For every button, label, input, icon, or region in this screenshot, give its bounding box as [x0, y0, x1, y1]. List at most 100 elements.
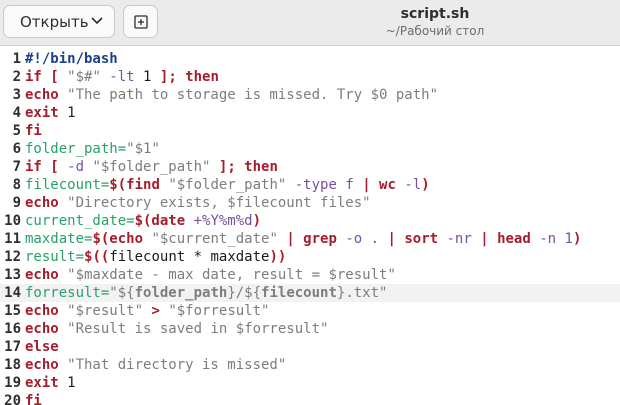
code-token: ${	[244, 285, 262, 301]
code-editor[interactable]: 1 #!/bin/bash 2 if [ "$#" -lt 1 ]; then 3 ech…	[0, 46, 620, 405]
line-number: 7	[12, 159, 21, 175]
code-token: "The path to storage is missed. Try $0 p…	[58, 87, 439, 103]
code-line[interactable]: 7 if [ -d "$folder_path" ]; then	[0, 158, 620, 176]
line-number: 3	[12, 87, 21, 103]
code-token: fi	[25, 123, 42, 139]
code-token: exit	[25, 105, 59, 121]
code-token: | head	[480, 231, 540, 247]
line-code: maxdate=$(echo "$current_date" | grep -o…	[25, 230, 581, 248]
code-token: "$maxdate - max date, result = $result"	[58, 267, 396, 283]
code-line[interactable]: 18 echo "That directory is missed"	[0, 356, 620, 374]
code-line[interactable]: 20 fi	[0, 392, 620, 405]
code-token: "$current_date"	[151, 231, 278, 247]
line-code: if [ "$#" -lt 1 ]; then	[25, 68, 219, 86]
code-token: )	[572, 231, 582, 247]
code-line[interactable]: 6 folder_path="$1"	[0, 140, 620, 158]
code-token: -type f	[286, 177, 363, 193]
line-code: if [ -d "$folder_path" ]; then	[25, 158, 278, 176]
line-number: 10	[4, 213, 21, 229]
code-token: "$1"	[126, 141, 160, 157]
line-number: 9	[12, 195, 21, 211]
code-line[interactable]: 15 echo "$result" > "$forresult"	[0, 302, 620, 320]
line-number: 8	[12, 177, 21, 193]
code-line[interactable]: 14 forresult="${folder_path}/${filecount}…	[0, 284, 620, 302]
code-token: fi	[25, 393, 42, 405]
line-number: 14	[4, 285, 21, 301]
code-token: $(echo	[92, 231, 152, 247]
line-number: 6	[12, 141, 21, 157]
line-code: exit 1	[25, 374, 76, 392]
code-line[interactable]: 16 echo "Result is saved in $forresult"	[0, 320, 620, 338]
code-token: +%Y%m%d	[193, 213, 253, 229]
code-token: #!/bin/bash	[25, 51, 118, 67]
code-token: -lt	[100, 69, 144, 85]
line-code: filecount=$(find "$folder_path" -type f …	[25, 176, 430, 194]
code-token: folder_path=	[25, 141, 127, 157]
line-number: 20	[4, 393, 21, 405]
code-token: | wc	[362, 177, 405, 193]
code-line[interactable]: 1 #!/bin/bash	[0, 50, 620, 68]
line-number: 4	[12, 105, 21, 121]
code-line[interactable]: 11 maxdate=$(echo "$current_date" | grep …	[0, 230, 620, 248]
document-title: script.sh	[400, 6, 470, 22]
line-code: forresult="${folder_path}/${filecount}.t…	[25, 284, 387, 302]
code-line[interactable]: 3 echo "The path to storage is missed. Tr…	[0, 86, 620, 104]
line-number: 15	[4, 303, 21, 319]
line-code: echo "$result" > "$forresult"	[25, 302, 269, 320]
code-token: 1	[58, 375, 76, 391]
code-token: echo	[25, 321, 59, 337]
line-code: echo "That directory is missed"	[25, 356, 286, 374]
code-token: result=	[25, 249, 85, 265]
code-token: if [	[25, 159, 68, 175]
code-token: "${	[109, 285, 135, 301]
code-token: exit	[25, 375, 59, 391]
line-number: 19	[4, 375, 21, 391]
code-token: echo	[25, 195, 59, 211]
code-line[interactable]: 19 exit 1	[0, 374, 620, 392]
line-number: 12	[4, 249, 21, 265]
line-code: echo "Directory exists, $filecount files…	[25, 194, 371, 212]
code-token: maxdate=	[25, 231, 93, 247]
line-code: echo "The path to storage is missed. Try…	[25, 86, 438, 104]
code-token: "$result"	[58, 303, 144, 319]
line-code: current_date=$(date +%Y%m%d)	[25, 212, 261, 230]
code-token: -nr	[446, 231, 481, 247]
line-number: 5	[12, 123, 21, 139]
document-path: ~/Рабочий стол	[385, 24, 485, 38]
code-token: 1	[58, 105, 76, 121]
code-token: folder_path	[134, 285, 228, 301]
code-token: echo	[25, 303, 59, 319]
code-token: ))	[269, 249, 287, 265]
code-token: filecount=	[25, 177, 110, 193]
code-token: $(date	[134, 213, 194, 229]
code-line[interactable]: 4 exit 1	[0, 104, 620, 122]
line-code: echo "$maxdate - max date, result = $res…	[25, 266, 396, 284]
code-line[interactable]: 17 else	[0, 338, 620, 356]
line-code: echo "Result is saved in $forresult"	[25, 320, 328, 338]
code-token: -o .	[345, 231, 388, 247]
code-token: $((	[84, 249, 110, 265]
code-token: echo	[25, 357, 59, 373]
code-token: "$forresult"	[168, 303, 270, 319]
code-line[interactable]: 13 echo "$maxdate - max date, result = $r…	[0, 266, 620, 284]
code-token: "Directory exists, $filecount files"	[58, 195, 371, 211]
code-token: | sort	[387, 231, 447, 247]
code-line[interactable]: 9 echo "Directory exists, $filecount file…	[0, 194, 620, 212]
code-token: "That directory is missed"	[58, 357, 287, 373]
line-number: 13	[4, 267, 21, 283]
code-token: ]; then	[151, 69, 219, 85]
code-line[interactable]: 5 fi	[0, 122, 620, 140]
code-token: )	[421, 177, 430, 193]
line-code: else	[25, 338, 59, 356]
code-line[interactable]: 2 if [ "$#" -lt 1 ]; then	[0, 68, 620, 86]
code-line[interactable]: 12 result=$((filecount * maxdate))	[0, 248, 620, 266]
code-line[interactable]: 10 current_date=$(date +%Y%m%d)	[0, 212, 620, 230]
line-number: 11	[4, 231, 21, 247]
line-number: 18	[4, 357, 21, 373]
line-number: 2	[12, 69, 21, 85]
code-line[interactable]: 8 filecount=$(find "$folder_path" -type f…	[0, 176, 620, 194]
code-token: -l	[404, 177, 422, 193]
code-token: "Result is saved in $forresult"	[58, 321, 329, 337]
line-code: exit 1	[25, 104, 76, 122]
code-token: forresult=	[25, 285, 110, 301]
